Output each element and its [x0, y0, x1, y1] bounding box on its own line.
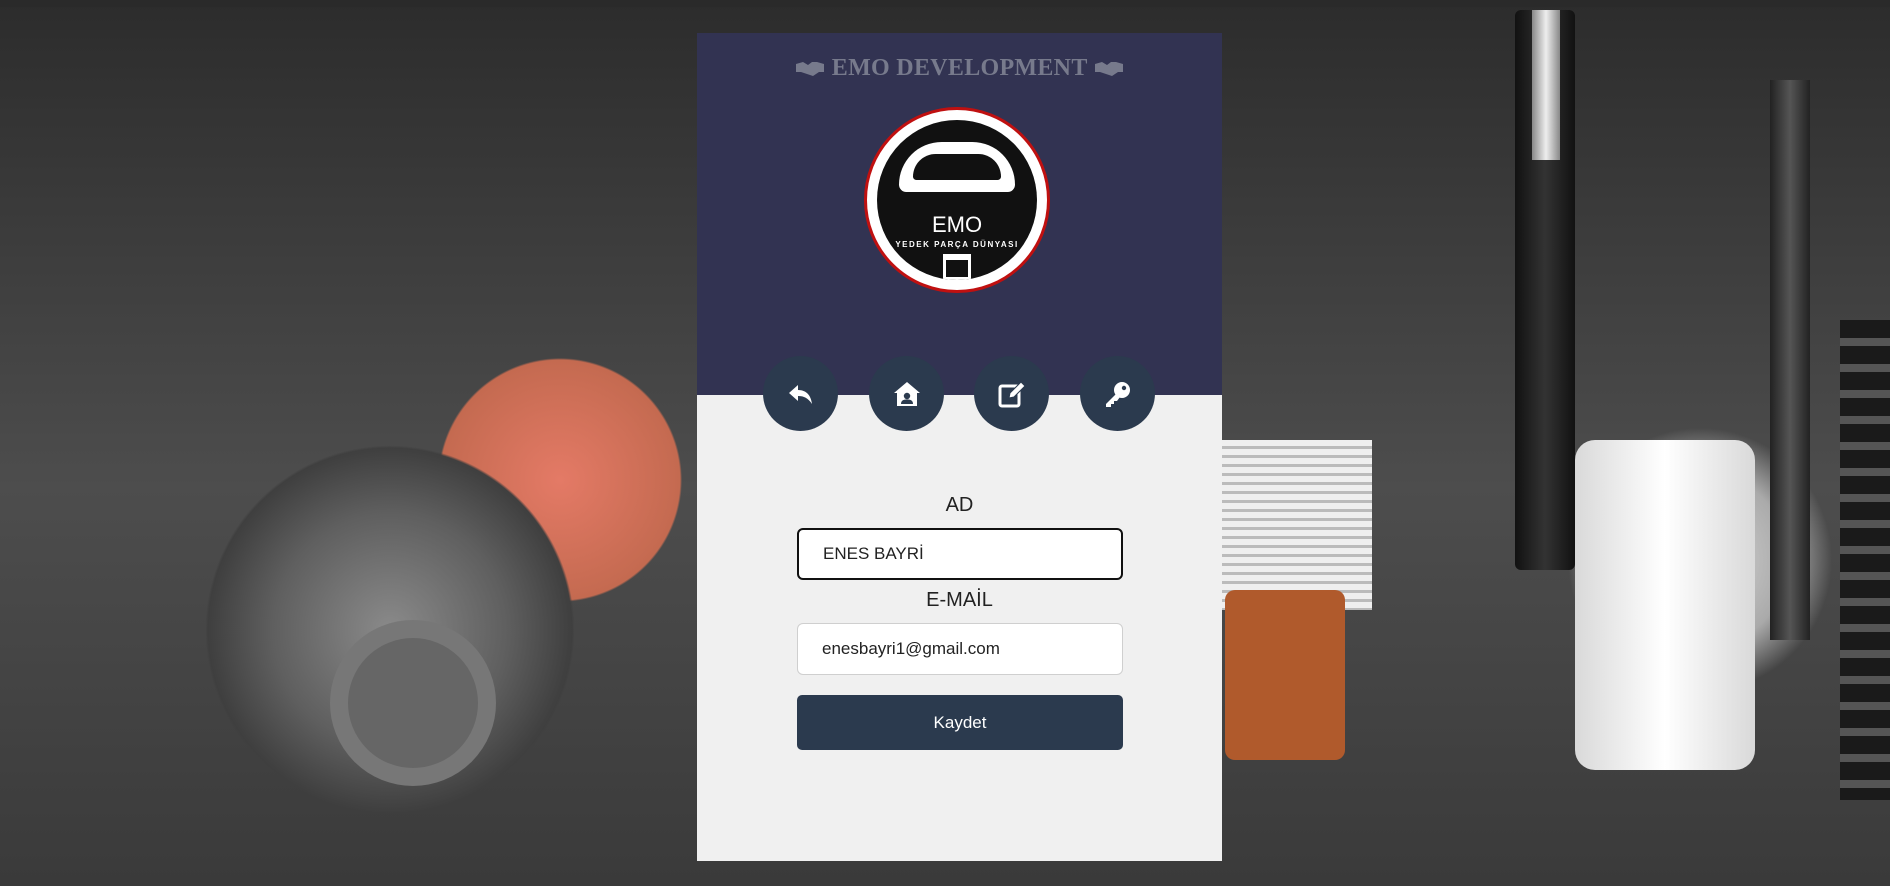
home-button[interactable]: [869, 356, 944, 431]
name-input[interactable]: [797, 528, 1123, 580]
brand-title: EMO DEVELOPMENT: [697, 55, 1222, 82]
logo-car-window: [913, 154, 1001, 180]
bg-part-rod: [1770, 80, 1810, 640]
email-label: E-MAİL: [926, 589, 993, 611]
house-user-icon: [893, 381, 920, 406]
bg-part-air-filter: [1222, 440, 1372, 610]
profile-card: EMO DEVELOPMENT EMO YEDEK PARÇA DÜNYASI: [697, 33, 1222, 861]
handshake-icon: [796, 62, 825, 76]
password-button[interactable]: [1080, 356, 1155, 431]
company-logo: EMO YEDEK PARÇA DÜNYASI: [864, 107, 1050, 293]
card-header: EMO DEVELOPMENT EMO YEDEK PARÇA DÜNYASI: [697, 33, 1222, 395]
bg-part-fuel-pump: [1575, 440, 1755, 770]
handshake-icon: [1094, 62, 1123, 76]
brand-title-text: EMO DEVELOPMENT: [831, 55, 1088, 81]
top-bar: [0, 0, 1890, 7]
key-icon: [1105, 381, 1130, 407]
email-input[interactable]: [797, 623, 1123, 675]
logo-base-shape: [943, 254, 971, 280]
reply-icon: [788, 384, 812, 404]
bg-part-coil-spring: [1840, 320, 1890, 800]
edit-icon: [998, 380, 1026, 407]
logo-subtitle: YEDEK PARÇA DÜNYASI: [895, 240, 1019, 249]
edit-button[interactable]: [974, 356, 1049, 431]
name-label: AD: [945, 494, 974, 516]
back-button[interactable]: [763, 356, 838, 431]
bg-part-oil-filter: [1225, 590, 1345, 760]
save-button[interactable]: Kaydet: [797, 695, 1123, 750]
logo-name: EMO: [931, 212, 983, 237]
bg-part-piston-rod: [1532, 10, 1560, 160]
logo-emblem: EMO YEDEK PARÇA DÜNYASI: [877, 120, 1037, 280]
bg-part-brake-disc: [330, 620, 496, 786]
